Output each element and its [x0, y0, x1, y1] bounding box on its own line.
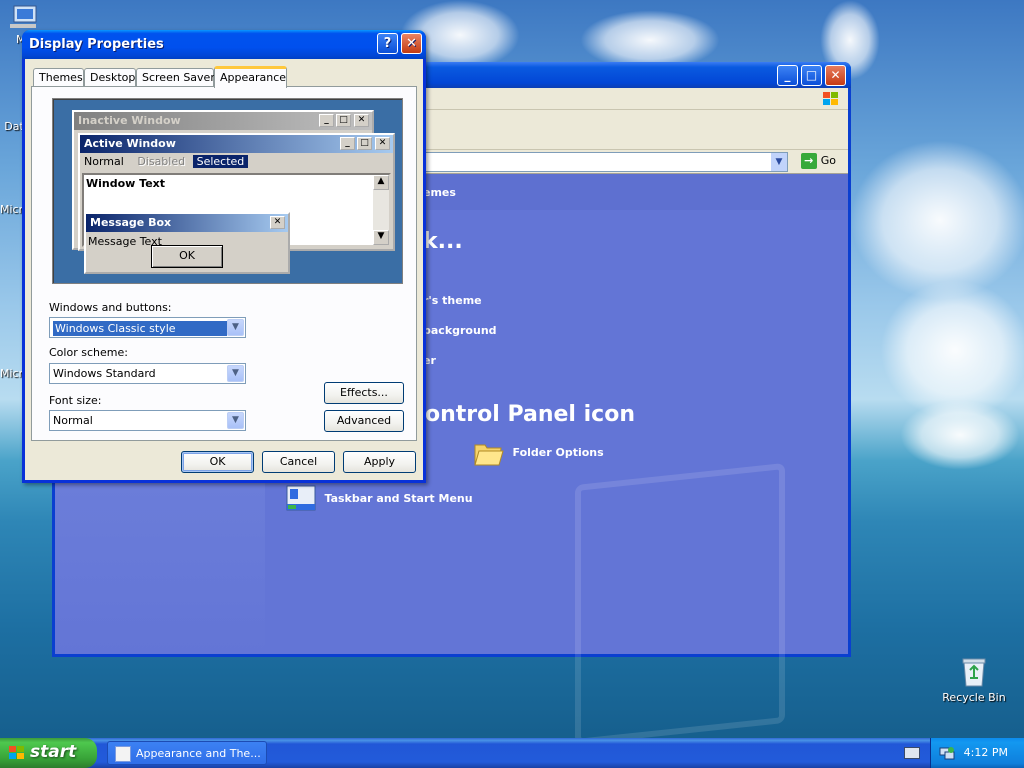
preview-message-box: Message Box ✕ Message Text OK — [84, 212, 290, 274]
maximize-button[interactable]: □ — [801, 65, 822, 86]
network-icon[interactable] — [939, 745, 955, 761]
preview-menu: Normal Disabled Selected — [80, 153, 393, 170]
display-properties-dialog[interactable]: Display Properties ? ✕ Themes Desktop Sc… — [22, 30, 426, 483]
menu-selected: Selected — [192, 155, 249, 168]
tab-appearance[interactable]: Appearance — [214, 66, 287, 88]
go-arrow-icon: → — [800, 153, 817, 169]
desktop-icon-microsoft-2[interactable]: Micro — [0, 367, 30, 380]
maximize-icon: □ — [357, 137, 372, 150]
taskbar: start Appearance and The... 4:12 PM — [0, 738, 1024, 768]
desktop-icon-microsoft-1[interactable]: Micro — [0, 203, 30, 216]
address-dropdown-button[interactable]: ▼ — [770, 153, 787, 171]
go-label: Go — [820, 154, 836, 167]
color-scheme-label: Color scheme: — [49, 346, 128, 359]
cancel-button[interactable]: Cancel — [262, 451, 335, 473]
dialog-title: Display Properties — [29, 37, 164, 52]
windows-buttons-select[interactable]: Windows Classic style ▼ — [49, 317, 246, 338]
my-computer-icon — [10, 5, 37, 28]
minimize-button[interactable]: _ — [777, 65, 798, 86]
close-icon: ✕ — [375, 137, 390, 150]
start-label: start — [30, 742, 77, 762]
advanced-button[interactable]: Advanced — [324, 410, 404, 432]
ok-button[interactable]: OK — [181, 451, 254, 473]
close-button[interactable]: ✕ — [401, 33, 422, 54]
windows-buttons-label: Windows and buttons: — [49, 301, 172, 314]
preview-message-caption: Message Box — [86, 214, 288, 232]
close-icon: ✕ — [354, 114, 369, 127]
font-size-select[interactable]: Normal ▼ — [49, 410, 246, 431]
category-watermark — [575, 462, 785, 746]
taskbar-icon — [286, 485, 316, 511]
desktop-icon-label: Recycle Bin — [942, 691, 1006, 704]
appearance-panel: Inactive Window _ □ ✕ Active Window _ □ … — [31, 86, 417, 441]
scroll-down-icon: ▼ — [373, 230, 389, 245]
chevron-down-icon[interactable]: ▼ — [227, 365, 244, 382]
cloud — [850, 140, 1024, 300]
clock[interactable]: 4:12 PM — [964, 746, 1008, 759]
go-button[interactable]: → Go — [800, 153, 836, 169]
pick-task-heading: k... — [423, 229, 463, 254]
keyboard-icon[interactable] — [904, 747, 920, 759]
preview-scrollbar: ▲ ▼ — [373, 175, 389, 245]
preview-ok-button: OK — [151, 245, 223, 268]
apply-button[interactable]: Apply — [343, 451, 416, 473]
help-button[interactable]: ? — [377, 33, 398, 54]
effects-button[interactable]: Effects... — [324, 382, 404, 404]
minimize-icon: _ — [340, 137, 355, 150]
font-size-value: Normal — [53, 414, 93, 427]
taskbar-button-appearance[interactable]: Appearance and The... — [107, 741, 267, 765]
desktop-icon-label: Dat — [4, 120, 24, 133]
close-icon: ✕ — [270, 216, 285, 229]
color-scheme-value: Windows Standard — [53, 367, 156, 380]
folder-options-item[interactable]: Folder Options — [473, 439, 604, 467]
preview-ok-label: OK — [179, 249, 195, 262]
chevron-down-icon[interactable]: ▼ — [227, 319, 244, 336]
cloud — [900, 400, 1020, 470]
cloud — [580, 10, 720, 70]
chevron-down-icon[interactable]: ▼ — [227, 412, 244, 429]
cloud — [880, 280, 1024, 420]
folder-icon — [474, 444, 504, 466]
preview-window-text: Window Text — [86, 177, 166, 190]
color-scheme-select[interactable]: Windows Standard ▼ — [49, 363, 246, 384]
taskbar-button-label: Appearance and The... — [136, 747, 261, 760]
windows-buttons-value: Windows Classic style — [53, 321, 227, 336]
desktop-icon-recycle-bin[interactable]: Recycle Bin — [942, 656, 1006, 704]
menu-normal: Normal — [84, 155, 124, 168]
task-link-theme[interactable]: r's theme — [423, 294, 482, 307]
maximize-icon: □ — [336, 114, 351, 127]
tab-desktop[interactable]: Desktop — [84, 68, 136, 87]
banner-title: emes — [423, 186, 456, 199]
recycle-bin-icon — [962, 658, 986, 687]
control-panel-icon — [115, 746, 131, 762]
menu-disabled: Disabled — [137, 155, 186, 168]
appearance-preview: Inactive Window _ □ ✕ Active Window _ □ … — [52, 98, 403, 284]
tab-screen-saver[interactable]: Screen Saver — [136, 68, 215, 87]
windows-flag-icon — [9, 746, 24, 759]
system-tray: 4:12 PM — [930, 738, 1024, 768]
minimize-icon: _ — [319, 114, 334, 127]
start-button[interactable]: start — [0, 738, 97, 768]
taskbar-start-menu-item[interactable]: Taskbar and Start Menu — [285, 484, 473, 514]
windows-logo-icon — [823, 92, 838, 105]
tab-themes[interactable]: Themes — [33, 68, 84, 87]
task-link-background[interactable]: background — [423, 324, 497, 337]
font-size-label: Font size: — [49, 394, 102, 407]
close-button[interactable]: ✕ — [825, 65, 846, 86]
folder-options-label: Folder Options — [512, 446, 604, 459]
taskbar-start-menu-label: Taskbar and Start Menu — [324, 492, 473, 505]
control-panel-icon-heading: ontrol Panel icon — [425, 402, 635, 427]
dialog-titlebar[interactable]: Display Properties ? ✕ — [22, 30, 426, 59]
scroll-up-icon: ▲ — [373, 175, 389, 190]
